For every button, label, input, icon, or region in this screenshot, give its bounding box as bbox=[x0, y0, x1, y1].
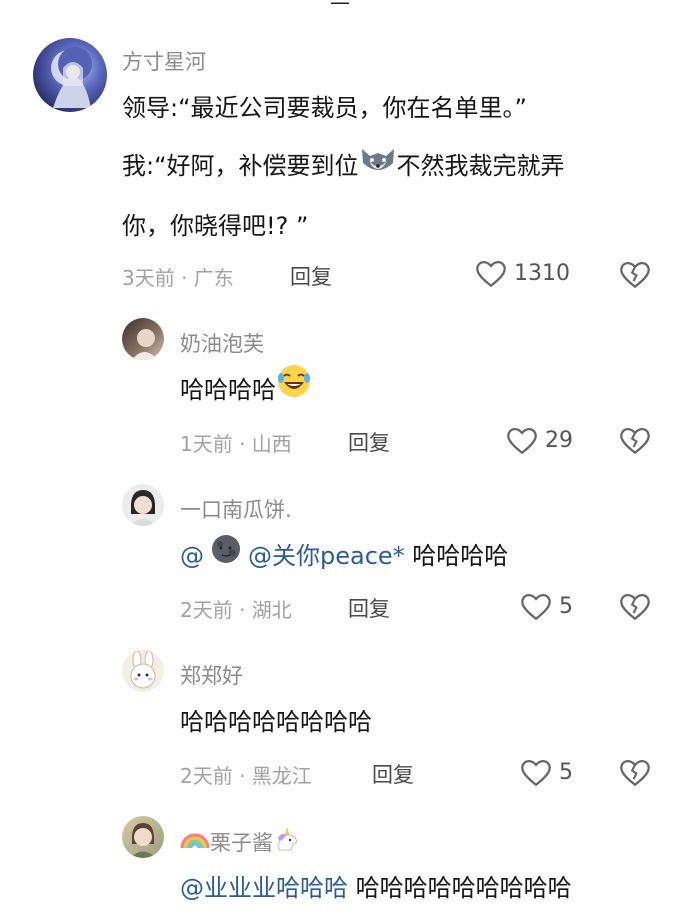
mention-link[interactable]: @关你peace* bbox=[248, 542, 405, 570]
broken-heart-icon bbox=[620, 427, 650, 455]
comment-meta: 2天前 · 湖北 bbox=[180, 598, 292, 622]
comment-text: @ @关你peace* 哈哈哈哈 bbox=[180, 528, 508, 585]
username[interactable]: 奶油泡芙 bbox=[180, 328, 264, 358]
cut-off-top-text: — bbox=[330, 0, 350, 14]
dislike-button[interactable] bbox=[618, 756, 652, 792]
comment-text-segment: 我:“好阿，补偿要到位 bbox=[122, 152, 359, 180]
reply-button[interactable]: 回复 bbox=[348, 427, 390, 457]
avatar[interactable] bbox=[122, 484, 164, 526]
new-moon-face-emoji bbox=[210, 529, 242, 585]
rainbow-icon bbox=[180, 828, 210, 855]
username[interactable]: 方寸星河 bbox=[122, 46, 206, 76]
heart-outline-icon bbox=[507, 427, 537, 455]
dislike-button[interactable] bbox=[618, 258, 652, 294]
avatar-art bbox=[130, 490, 156, 526]
comment-meta: 3天前 · 广东 bbox=[122, 266, 234, 290]
heart-outline-icon bbox=[521, 759, 551, 787]
comment-text: 哈哈哈哈哈哈哈哈 bbox=[180, 708, 372, 736]
reply-button[interactable]: 回复 bbox=[372, 759, 414, 789]
avatar-art bbox=[130, 823, 156, 858]
broken-heart-icon bbox=[620, 759, 650, 787]
heart-outline-icon bbox=[521, 593, 551, 621]
comment-meta: 2天前 · 黑龙江 bbox=[180, 764, 312, 788]
comment-meta: 1天前 · 山西 bbox=[180, 432, 292, 456]
comment-text-segment: 哈哈哈哈 bbox=[404, 542, 509, 570]
like-button[interactable]: 29 bbox=[505, 424, 573, 456]
comment-text-line-1: 领导:“最近公司要裁员，你在名单里。” bbox=[122, 94, 527, 122]
avatar-art bbox=[132, 329, 158, 360]
wolf-emoji bbox=[359, 139, 397, 195]
username-text: 栗子酱 bbox=[210, 830, 273, 855]
like-button[interactable]: 5 bbox=[519, 756, 573, 788]
reply-button[interactable]: 回复 bbox=[290, 261, 332, 291]
broken-heart-icon bbox=[620, 261, 650, 289]
like-count: 5 bbox=[559, 593, 573, 619]
like-count: 1310 bbox=[514, 260, 570, 286]
mention-link[interactable]: @ bbox=[180, 542, 204, 570]
username[interactable]: 郑郑好 bbox=[180, 660, 243, 690]
avatar-art bbox=[51, 47, 92, 108]
avatar[interactable] bbox=[122, 816, 164, 858]
dislike-button[interactable] bbox=[618, 424, 652, 460]
avatar[interactable] bbox=[122, 318, 164, 360]
comment-text: @业业业哈哈哈 哈哈哈哈哈哈哈哈哈 bbox=[180, 860, 572, 916]
like-count: 5 bbox=[559, 759, 573, 785]
comment-text: 哈哈哈哈 bbox=[180, 362, 312, 419]
avatar-art bbox=[130, 650, 156, 689]
like-button[interactable]: 5 bbox=[519, 590, 573, 622]
username[interactable]: 栗子酱 bbox=[180, 826, 303, 857]
laughing-crying-emoji bbox=[276, 363, 312, 419]
dislike-button[interactable] bbox=[618, 590, 652, 626]
comment-text-segment: 哈哈哈哈 bbox=[180, 376, 276, 404]
comment-text-line-2: 我:“好阿，补偿要到位 不然我裁完就弄 bbox=[122, 138, 565, 195]
reply-button[interactable]: 回复 bbox=[348, 593, 390, 623]
like-button[interactable]: 1310 bbox=[474, 257, 570, 289]
heart-outline-icon bbox=[476, 260, 506, 288]
mention-link[interactable]: @业业业哈哈哈 bbox=[180, 874, 348, 902]
username[interactable]: 一口南瓜饼. bbox=[180, 494, 292, 524]
broken-heart-icon bbox=[620, 593, 650, 621]
comment-text-segment: 不然我裁完就弄 bbox=[396, 152, 565, 180]
like-count: 29 bbox=[545, 427, 573, 453]
unicorn-icon bbox=[273, 826, 303, 857]
comment-text-segment: 哈哈哈哈哈哈哈哈哈 bbox=[348, 874, 572, 902]
avatar[interactable] bbox=[122, 650, 164, 692]
avatar[interactable] bbox=[33, 38, 107, 112]
comment-text-line-3: 你，你晓得吧!? ” bbox=[122, 212, 309, 240]
